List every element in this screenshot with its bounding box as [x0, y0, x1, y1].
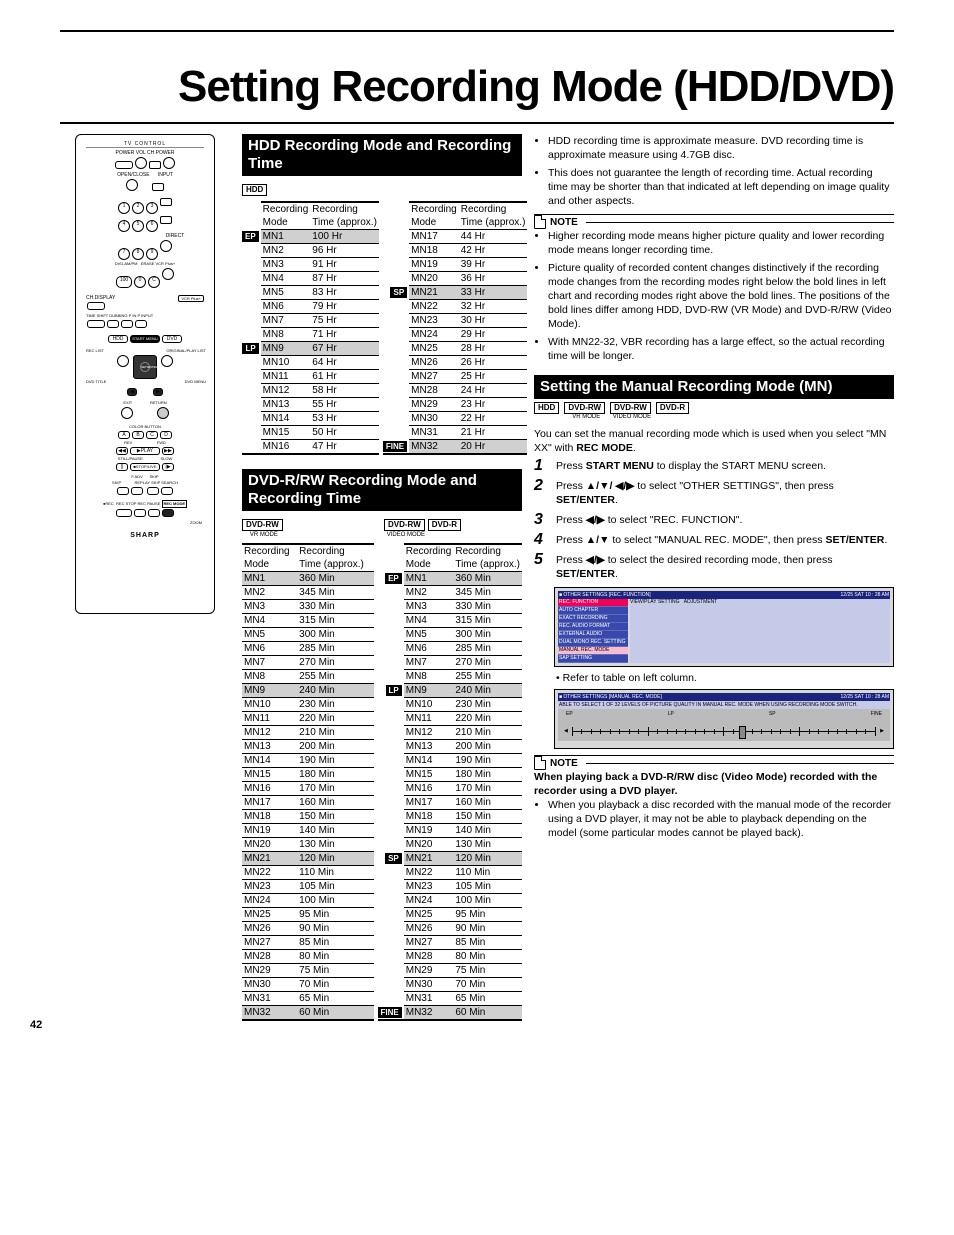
step-4: 4Press ▲/▼ to select "MANUAL REC. MODE",…: [534, 533, 894, 547]
recording-table: RecordingModeRecordingTime (approx.)MN13…: [242, 543, 374, 1021]
mode-tag: DVD-RWVIDEO MODE: [610, 402, 654, 421]
note-header-2: NOTE: [534, 755, 894, 770]
page-number: 42: [30, 1019, 42, 1031]
screenshot-manual-rec-mode: ■ OTHER SETTINGS [MANUAL REC. MODE]12/25…: [554, 689, 894, 749]
screenshot-rec-function: ■ OTHER SETTINGS [REC. FUNCTION]12/25 SA…: [554, 587, 894, 667]
mode-tag: HDD: [534, 402, 562, 421]
note-bullet: Higher recording mode means higher pictu…: [548, 229, 894, 257]
hdd-tag: HDD: [242, 184, 267, 196]
manual-heading: Setting the Manual Recording Mode (MN): [534, 375, 894, 399]
mode-tag: DVD-R: [656, 402, 692, 421]
info-bullet: This does not guarantee the length of re…: [548, 166, 894, 208]
info-bullet: HDD recording time is approximate measur…: [548, 134, 894, 162]
step-5: 5Press ◀/▶ to select the desired recordi…: [534, 553, 894, 581]
note-icon: [534, 756, 546, 770]
note2-bullet: When you playback a disc recorded with t…: [548, 798, 894, 840]
mode-tag: DVD-RWVR MODE: [564, 402, 608, 421]
note-header-1: NOTE: [534, 214, 894, 229]
remote-illustration: TV CONTROL POWER VOL CH POWER OPEN/CLOSE…: [75, 134, 215, 614]
step-2: 2Press ▲/▼/ ◀/▶ to select "OTHER SETTING…: [534, 479, 894, 507]
note-bullet: With MN22-32, VBR recording has a large …: [548, 335, 894, 363]
step-3: 3Press ◀/▶ to select "REC. FUNCTION".: [534, 513, 894, 527]
recording-table: RecordingModeRecordingTime (approx.)MN17…: [383, 201, 527, 455]
recording-table: RecordingModeRecordingTime (approx.)EPMN…: [378, 543, 522, 1021]
hdd-heading: HDD Recording Mode and Recording Time: [242, 134, 522, 176]
note-icon: [534, 215, 546, 229]
note-bullet: Picture quality of recorded content chan…: [548, 261, 894, 331]
dvd-heading: DVD-R/RW Recording Mode and Recording Ti…: [242, 469, 522, 511]
page-title: Setting Recording Mode (HDD/DVD): [60, 62, 894, 112]
step-1: 1Press START MENU to display the START M…: [534, 459, 894, 473]
recording-table: RecordingModeRecordingTime (approx.)EPMN…: [242, 201, 379, 455]
